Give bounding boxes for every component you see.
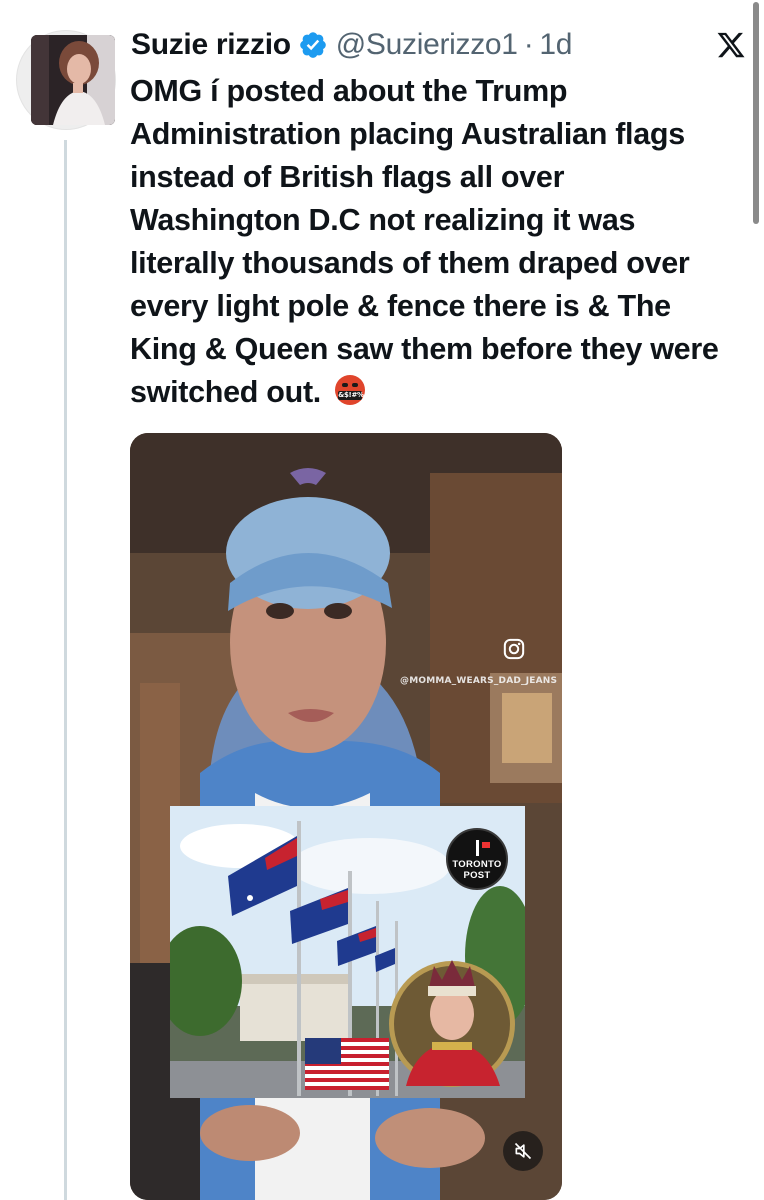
us-flag <box>305 1038 389 1090</box>
face-with-symbols-emoji-icon: &$!#% <box>335 375 366 405</box>
post-timestamp[interactable]: 1d <box>539 28 572 62</box>
post-text: OMG í posted about the Trump Administrat… <box>130 70 740 414</box>
badge-line-2: POST <box>463 870 491 881</box>
scrollbar[interactable] <box>753 2 759 224</box>
separator-dot: · <box>523 28 534 61</box>
king-portrait <box>389 960 515 1087</box>
badge-line-1: TORONTO <box>452 859 502 870</box>
speaker-muted-icon <box>514 1142 532 1160</box>
profile-photo <box>31 35 115 125</box>
avatar[interactable] <box>16 30 116 130</box>
verified-badge-icon <box>299 32 326 58</box>
canada-flag-icon <box>482 842 490 848</box>
video-watermark: @MOMMA_WEARS_DAD_JEANS <box>400 676 558 686</box>
thread-line <box>64 140 67 1200</box>
x-logo-icon[interactable] <box>716 30 746 60</box>
instagram-icon <box>503 638 525 660</box>
mute-button[interactable] <box>503 1131 543 1171</box>
toronto-post-badge: TORONTO POST <box>446 828 508 890</box>
author-name[interactable]: Suzie rizzio <box>131 28 291 62</box>
author-handle[interactable]: @Suzierizzo1 <box>336 28 518 62</box>
post-body: OMG í posted about the Trump Administrat… <box>130 74 719 409</box>
inset-image: TORONTO POST <box>170 806 525 1098</box>
cn-tower-icon <box>476 840 479 856</box>
emoji-symbols: &$!#% <box>338 391 364 400</box>
video-player[interactable]: @MOMMA_WEARS_DAD_JEANS TORONTO POST <box>130 433 562 1200</box>
post-header: Suzie rizzio @Suzierizzo1 · 1d <box>131 26 572 64</box>
